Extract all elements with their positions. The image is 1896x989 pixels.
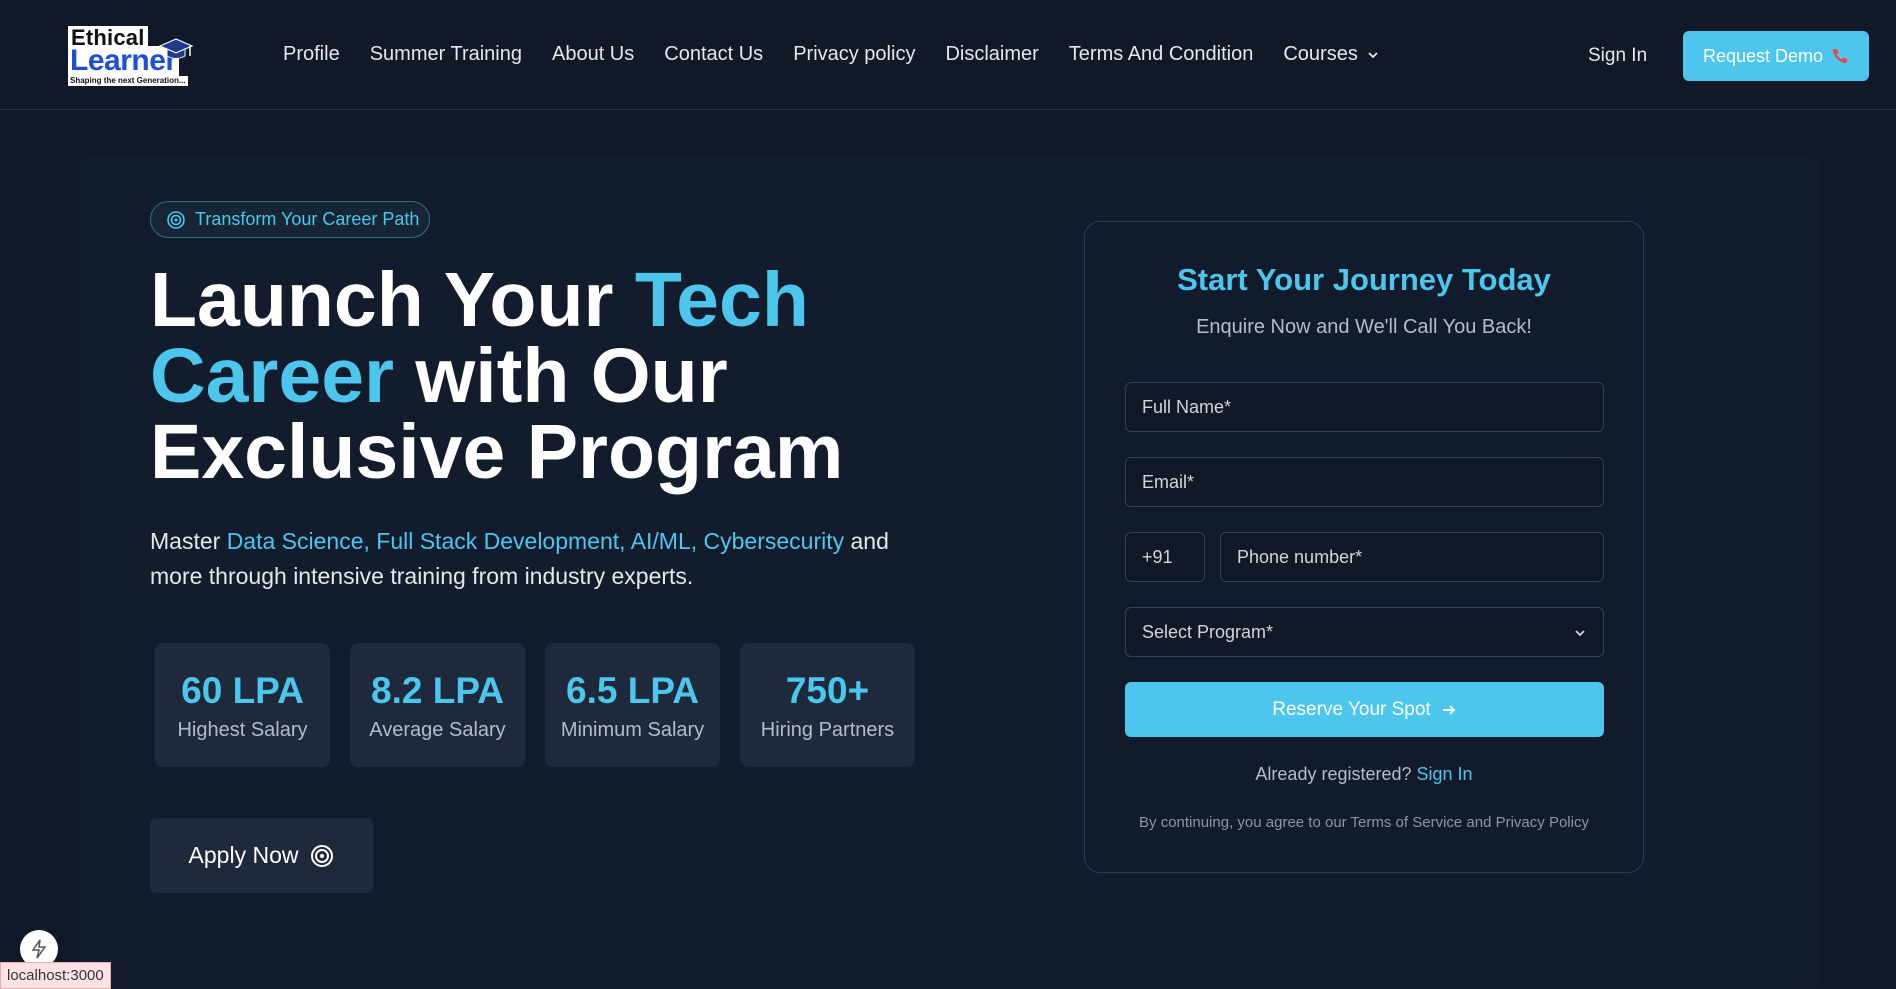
stat-card-highest-salary: 60 LPA Highest Salary [155, 643, 330, 767]
stat-label: Average Salary [369, 718, 506, 741]
arrow-right-icon [1442, 704, 1455, 715]
program-select[interactable]: Select Program* [1125, 607, 1604, 657]
stat-value: 60 LPA [181, 669, 304, 711]
target-icon [311, 844, 334, 867]
chevron-down-icon [1368, 51, 1378, 58]
stat-value: 8.2 LPA [371, 669, 504, 711]
form-title: Start Your Journey Today [1177, 262, 1551, 297]
nav-summer-training[interactable]: Summer Training [370, 43, 522, 66]
phone-number-field[interactable]: Phone number* [1220, 532, 1604, 582]
target-icon [167, 210, 185, 229]
country-code-value: +91 [1142, 546, 1173, 567]
form-sign-in-link[interactable]: Sign In [1417, 764, 1473, 784]
already-registered-text: Already registered? Sign In [1085, 764, 1643, 785]
enquiry-form-card: Start Your Journey Today Enquire Now and… [1084, 221, 1644, 873]
stat-label: Hiring Partners [760, 718, 895, 741]
stat-label: Highest Salary [177, 718, 308, 741]
graduation-cap-icon [158, 38, 194, 59]
hero-lead-text: Master Data Science, Full Stack Developm… [150, 524, 910, 594]
phone-placeholder: Phone number* [1237, 546, 1363, 567]
stats-row: 60 LPA Highest Salary 8.2 LPA Average Sa… [155, 643, 915, 767]
url-status-bar: localhost:3000 [0, 962, 111, 989]
nav-terms-and-condition[interactable]: Terms And Condition [1069, 43, 1254, 66]
email-placeholder: Email* [1142, 471, 1195, 492]
site-header: Ethical Learner Shaping the next Generat… [0, 0, 1896, 110]
form-subtitle: Enquire Now and We'll Call You Back! [1196, 316, 1532, 338]
apply-now-button[interactable]: Apply Now [150, 818, 373, 893]
lead-accent-topics: Data Science, Full Stack Development, AI… [226, 528, 845, 554]
lead-prefix: Master [150, 528, 227, 554]
program-select-placeholder: Select Program* [1142, 621, 1274, 642]
request-demo-label: Request Demo [1702, 45, 1824, 66]
terms-notice: By continuing, you agree to our Terms of… [1139, 814, 1589, 831]
nav-courses-dropdown[interactable]: Courses [1283, 43, 1379, 66]
nav-about-us[interactable]: About Us [552, 43, 634, 66]
career-path-badge: Transform Your Career Path [150, 201, 430, 238]
email-field[interactable]: Email* [1125, 457, 1604, 507]
sign-in-link[interactable]: Sign In [1588, 45, 1647, 67]
headline-part1: Launch Your [150, 257, 635, 343]
lightning-icon [31, 939, 47, 959]
reserve-spot-label: Reserve Your Spot [1272, 698, 1431, 720]
stat-value: 750+ [785, 669, 870, 711]
stat-card-minimum-salary: 6.5 LPA Minimum Salary [545, 643, 720, 767]
stat-label: Minimum Salary [560, 718, 705, 741]
hero-headline: Launch Your Tech Career with Our Exclusi… [150, 262, 910, 491]
apply-now-label: Apply Now [188, 842, 299, 868]
full-name-placeholder: Full Name* [1142, 396, 1232, 417]
nav-disclaimer[interactable]: Disclaimer [945, 43, 1038, 66]
main-nav: Profile Summer Training About Us Contact… [283, 43, 1380, 66]
nav-courses-label: Courses [1283, 43, 1358, 65]
nav-privacy-policy[interactable]: Privacy policy [793, 43, 915, 66]
stat-value: 6.5 LPA [566, 669, 699, 711]
nav-contact-us[interactable]: Contact Us [664, 43, 763, 66]
already-registered-label: Already registered? [1255, 764, 1417, 784]
nav-profile[interactable]: Profile [283, 43, 340, 66]
country-code-field[interactable]: +91 [1125, 532, 1205, 582]
ethical-learner-logo[interactable]: Ethical Learner Shaping the next Generat… [68, 26, 196, 86]
full-name-field[interactable]: Full Name* [1125, 382, 1604, 432]
stat-card-average-salary: 8.2 LPA Average Salary [350, 643, 525, 767]
logo-tagline: Shaping the next Generation... [68, 76, 188, 86]
stat-card-hiring-partners: 750+ Hiring Partners [740, 643, 915, 767]
badge-label: Transform Your Career Path [195, 209, 420, 229]
phone-icon [1833, 49, 1848, 64]
chevron-down-icon [1575, 630, 1585, 637]
request-demo-button[interactable]: Request Demo [1683, 31, 1869, 81]
reserve-spot-button[interactable]: Reserve Your Spot [1125, 682, 1604, 737]
